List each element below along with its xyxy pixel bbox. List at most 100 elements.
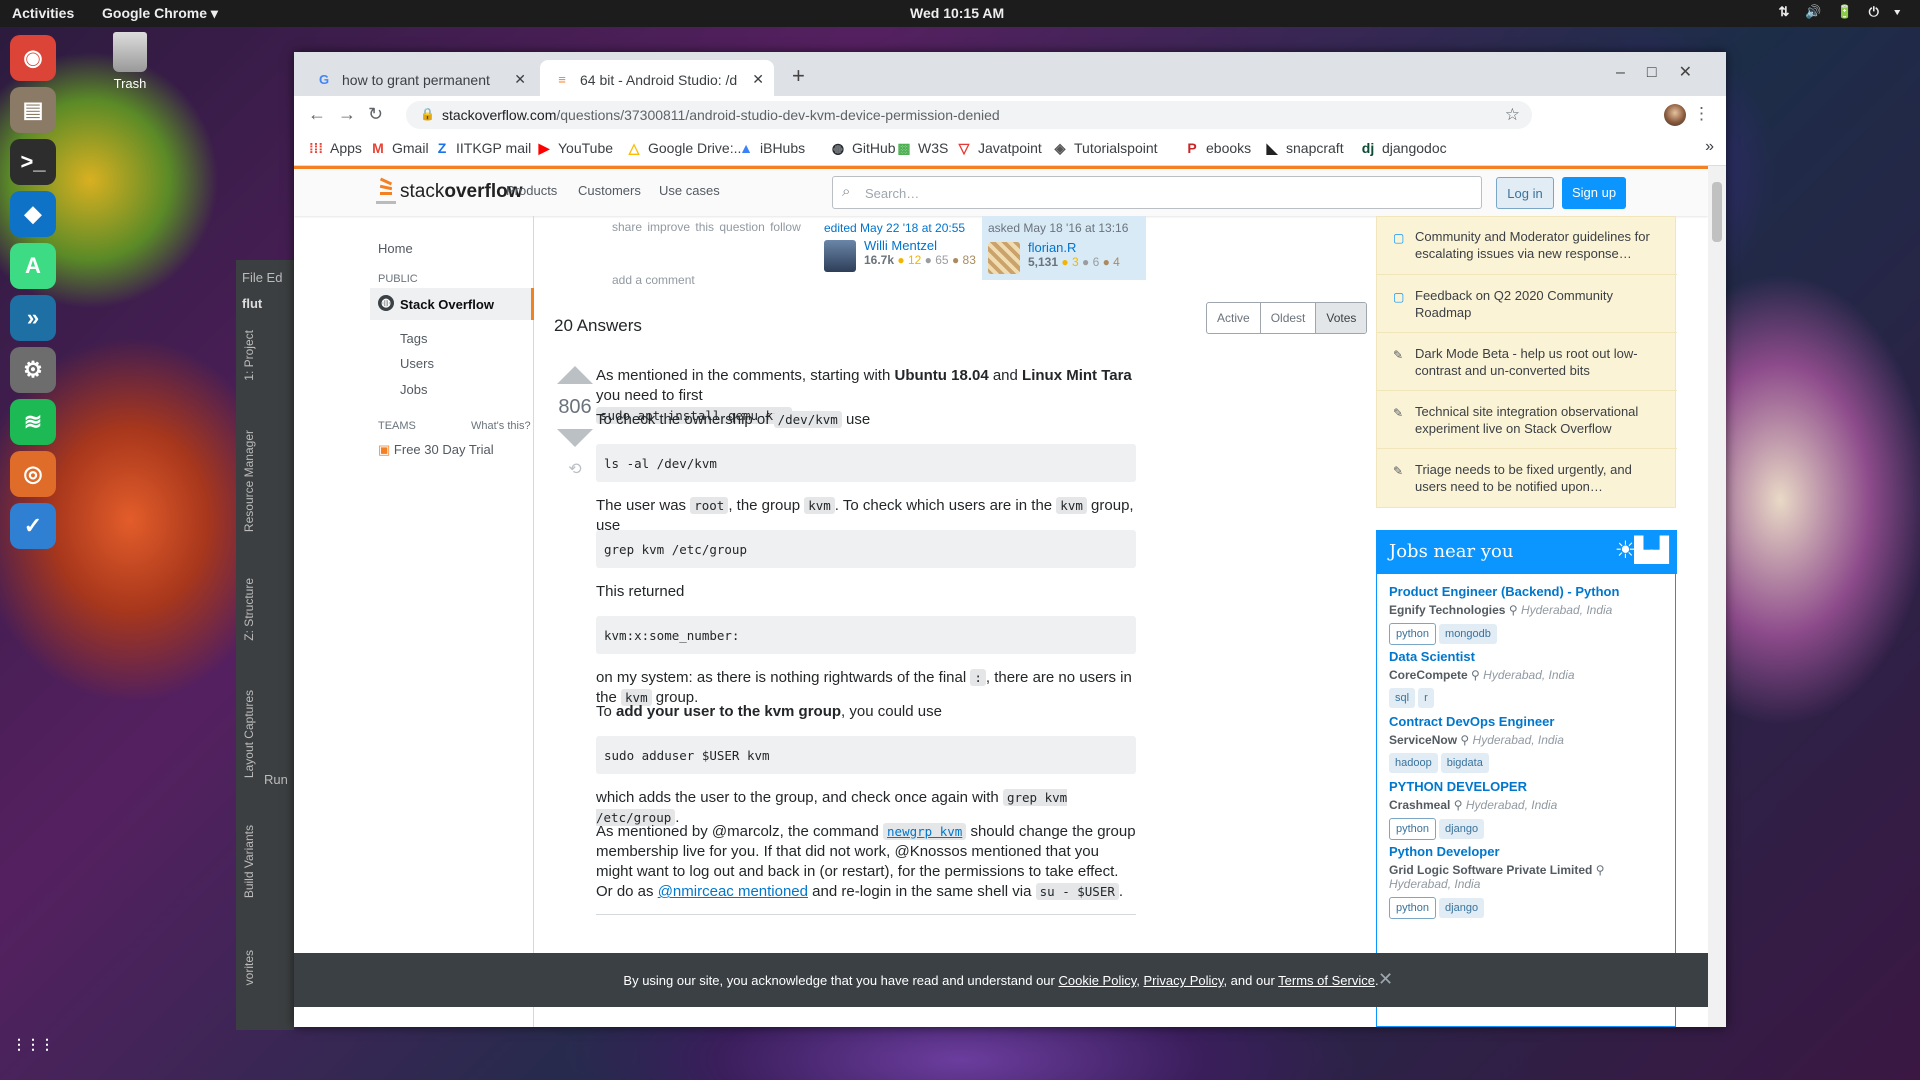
lock-icon[interactable]: 🔒 [420,107,435,121]
nav-stackoverflow[interactable]: ◍ Stack Overflow [370,288,534,320]
job-title[interactable]: Product Engineer (Backend) - Python [1389,584,1669,599]
downvote-arrow-icon[interactable] [557,429,593,447]
show-applications-icon[interactable]: ⋮⋮⋮ [10,1021,56,1067]
job-tag[interactable]: python [1389,897,1437,919]
browser-tab-2-active[interactable]: ≡ 64 bit - Android Studio: /d ✕ [540,60,774,96]
add-comment-link[interactable]: add a comment [612,273,695,287]
history-icon[interactable]: ⟲ [554,459,596,479]
nmirceac-link[interactable]: @nmirceac mentioned [658,883,808,900]
job-title[interactable]: Data Scientist [1389,649,1669,664]
job-listing[interactable]: Contract DevOps Engineer ServiceNow ⚲ Hyd… [1389,714,1669,773]
browser-tab-1[interactable]: G how to grant permanent ✕ [302,60,536,96]
new-tab-button[interactable]: + [792,63,805,89]
terms-link[interactable]: Terms of Service [1278,973,1375,988]
job-listing[interactable]: PYTHON DEVELOPER Crashmeal ⚲ Hyderabad, I… [1389,779,1669,840]
nav-tags[interactable]: Tags [400,331,427,346]
asker-name[interactable]: florian.R [1028,240,1120,255]
app-menu[interactable]: Google Chrome ▾ [102,5,218,22]
job-tag[interactable]: django [1439,819,1485,839]
bookmark-item[interactable]: ▽ Javatpoint [956,140,1042,157]
meta-post-item[interactable]: ▢ Feedback on Q2 2020 Community Roadmap [1377,274,1677,333]
question-actions[interactable]: share improve this question follow [612,220,801,234]
job-tag[interactable]: django [1439,898,1485,918]
nav-products[interactable]: Products [506,183,557,198]
upvote-arrow-icon[interactable] [557,366,593,384]
newgrp-link[interactable]: newgrp kvm [883,823,967,840]
bookmark-item[interactable]: dj djangodoc [1360,140,1447,156]
meta-post-item[interactable]: ✎ Dark Mode Beta - help us root out low-c… [1377,332,1677,391]
android-studio-icon[interactable]: A [10,243,56,289]
nav-customers[interactable]: Customers [578,183,641,198]
nav-use-cases[interactable]: Use cases [659,183,720,198]
profile-avatar[interactable] [1664,104,1686,126]
chrome-icon[interactable]: ◉ [10,35,56,81]
terminal-icon[interactable]: >_ [10,139,56,185]
nav-home[interactable]: Home [378,241,413,256]
back-icon[interactable]: ← [308,104,326,125]
project-tool-tab[interactable]: 1: Project [242,330,256,381]
clock[interactable]: Wed 10:15 AM [910,5,1004,21]
search-input[interactable]: ⌕ Search… [832,176,1482,209]
bookmark-item[interactable]: ◍ GitHub [830,140,896,157]
cookie-close-icon[interactable]: ✕ [1378,969,1393,990]
bookmark-item[interactable]: △ Google Drive:... [626,140,746,157]
layout-captures-tab[interactable]: Layout Captures [242,690,256,778]
job-listing[interactable]: Product Engineer (Backend) - Python Egnif… [1389,584,1669,645]
files-icon[interactable]: ▤ [10,87,56,133]
job-title[interactable]: Python Developer [1389,844,1669,859]
reload-icon[interactable]: ↻ [368,104,383,125]
job-tag[interactable]: bigdata [1440,753,1489,773]
job-listing[interactable]: Python Developer Grid Logic Software Priv… [1389,844,1669,919]
close-tab-icon[interactable]: ✕ [752,71,764,88]
scrollbar-thumb[interactable] [1712,182,1722,242]
close-tab-icon[interactable]: ✕ [514,71,526,88]
bookmark-item[interactable]: ⁞⁞⁞ Apps [308,140,362,156]
signup-button[interactable]: Sign up [1562,177,1626,209]
job-title[interactable]: PYTHON DEVELOPER [1389,779,1669,794]
bookmark-item[interactable]: Z IITKGP mail [434,140,531,156]
build-variants-tab[interactable]: Build Variants [242,825,256,898]
vscode-icon[interactable]: ◆ [10,191,56,237]
meta-post-item[interactable]: ▢ Community and Moderator guidelines for … [1377,216,1677,275]
menu-kebab-icon[interactable]: ⋮ [1693,104,1710,124]
sort-oldest[interactable]: Oldest [1259,303,1316,333]
nav-jobs[interactable]: Jobs [400,382,427,397]
edited-link[interactable]: edited May 22 '18 at 20:55 [824,221,984,235]
structure-tab[interactable]: Z: Structure [242,578,256,641]
job-tag[interactable]: r [1418,688,1434,708]
bookmark-item[interactable]: ◈ Tutorialspoint [1052,140,1158,157]
sort-active[interactable]: Active [1207,303,1260,333]
job-tag[interactable]: hadoop [1389,753,1438,773]
job-tag[interactable]: python [1389,623,1437,645]
login-button[interactable]: Log in [1496,177,1554,209]
system-tray[interactable]: ⇅ 🔊 🔋 ⏻ ▾ [1779,4,1906,20]
asker-avatar[interactable] [988,242,1020,274]
window-controls[interactable]: –□✕ [1616,62,1714,82]
privacy-policy-link[interactable]: Privacy Policy [1144,973,1224,988]
sort-votes[interactable]: Votes [1315,303,1367,333]
nav-users[interactable]: Users [400,356,434,371]
job-tag[interactable]: mongodb [1439,624,1497,644]
bookmark-item[interactable]: M Gmail [370,140,428,156]
run-panel-label[interactable]: Run [264,772,288,787]
forward-icon[interactable]: → [338,104,356,125]
resource-manager-tab[interactable]: Resource Manager [242,430,256,532]
job-tag[interactable]: python [1389,818,1437,840]
bookmark-star-icon[interactable]: ☆ [1505,105,1520,125]
cookie-policy-link[interactable]: Cookie Policy [1058,973,1136,988]
spotify-icon[interactable]: ≋ [10,399,56,445]
editor-avatar[interactable] [824,240,856,272]
free-trial-link[interactable]: ▣ Free 30 Day Trial [378,442,494,458]
address-bar[interactable]: 🔒 stackoverflow.com/questions/37300811/a… [406,101,1532,129]
bookmarks-overflow-icon[interactable]: » [1705,138,1714,156]
meta-post-item[interactable]: ✎ Triage needs to be fixed urgently, and … [1377,448,1677,507]
editor-name[interactable]: Willi Mentzel [864,238,976,253]
whats-this-link[interactable]: What's this? [471,420,531,432]
bookmark-item[interactable]: ◣ snapcraft [1264,140,1344,157]
job-title[interactable]: Contract DevOps Engineer [1389,714,1669,729]
remote-icon[interactable]: » [10,295,56,341]
todo-icon[interactable]: ✓ [10,503,56,549]
settings-icon[interactable]: ⚙ [10,347,56,393]
screenshot-icon[interactable]: ◎ [10,451,56,497]
favorites-tab[interactable]: vorites [242,950,256,985]
